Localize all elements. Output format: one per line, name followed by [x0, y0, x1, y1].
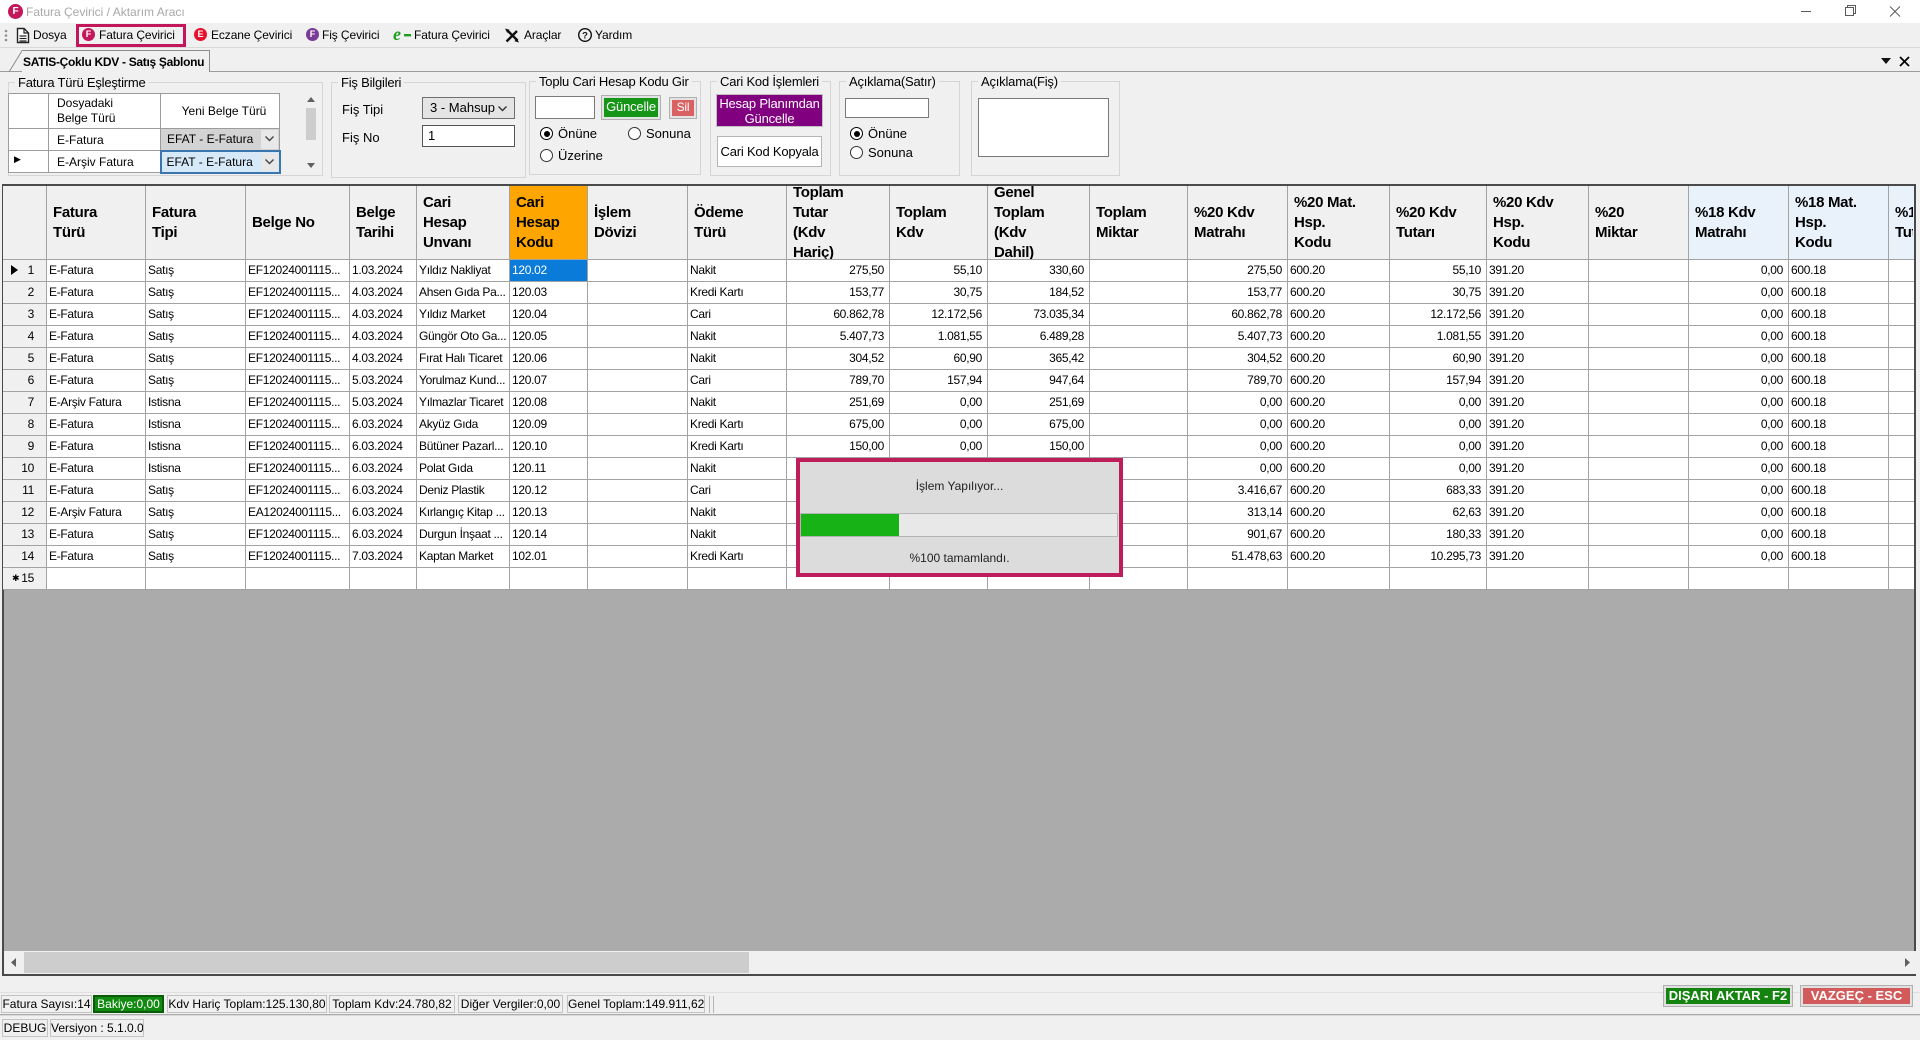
svg-text:?: ? — [582, 31, 588, 42]
svg-text:e: e — [393, 26, 401, 43]
